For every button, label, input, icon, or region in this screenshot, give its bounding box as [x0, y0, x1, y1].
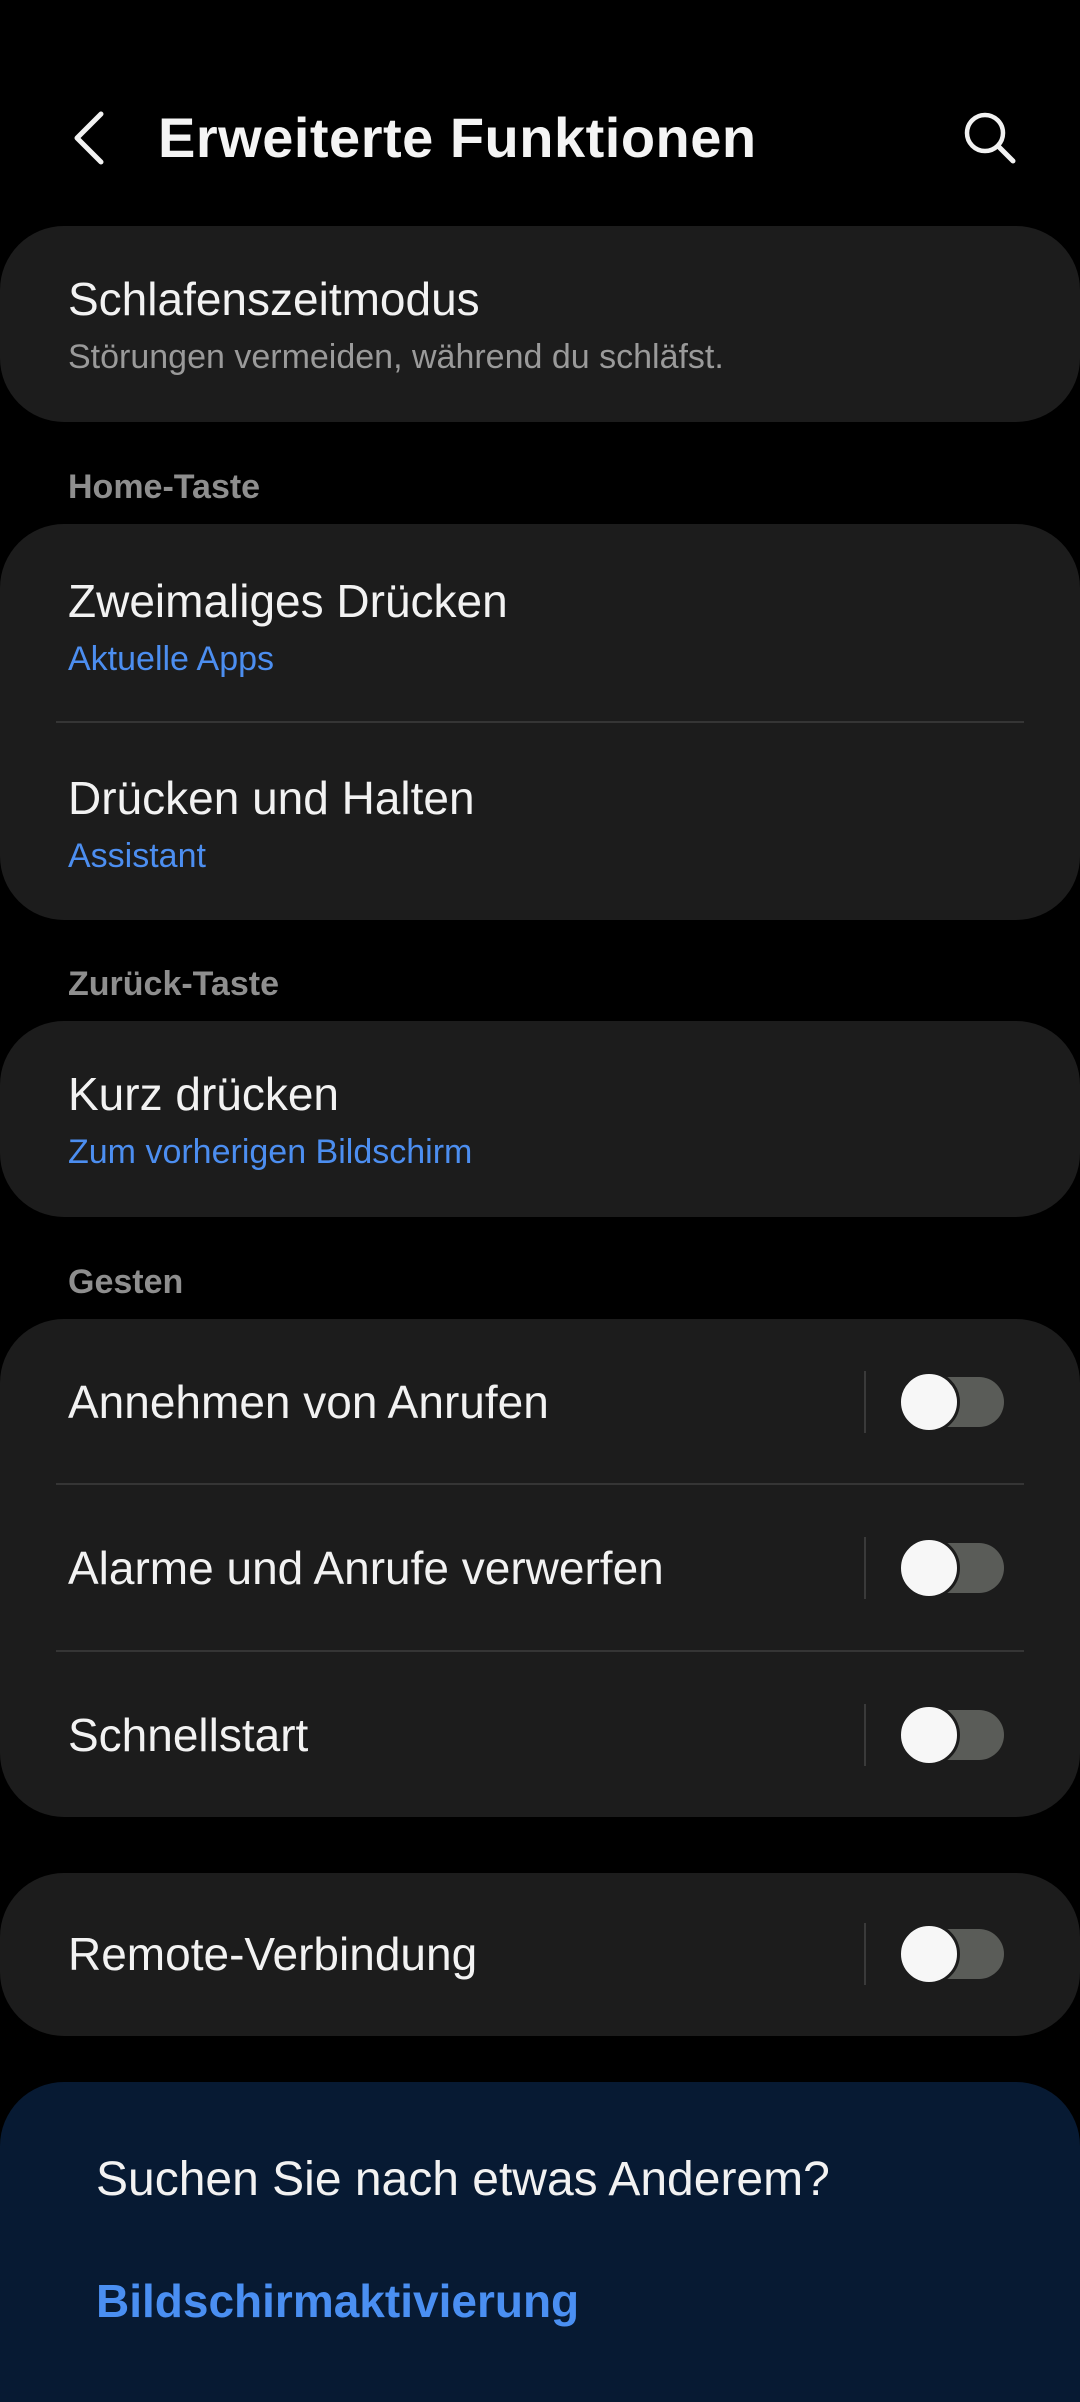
section-header-back-key: Zurück-Taste — [68, 965, 279, 1003]
quick-launch-title: Schnellstart — [68, 1709, 309, 1761]
back-key-short-press-row[interactable]: Kurz drücken Zum vorherigen Bildschirm — [0, 1021, 1080, 1217]
home-key-double-press-value: Aktuelle Apps — [68, 640, 275, 678]
search-icon — [964, 112, 1016, 163]
separator — [864, 1537, 866, 1599]
toggle-knob — [898, 1537, 960, 1599]
answer-calls-row[interactable]: Annehmen von Anrufen — [0, 1319, 1080, 1485]
remote-connection-title: Remote-Verbindung — [68, 1928, 478, 1980]
home-key-press-hold-row[interactable]: Drücken und Halten Assistant — [0, 723, 1080, 920]
search-button[interactable] — [955, 100, 1025, 175]
dismiss-alarms-calls-title: Alarme und Anrufe verwerfen — [68, 1542, 664, 1594]
answer-calls-title: Annehmen von Anrufen — [68, 1376, 549, 1428]
suggestion-title: Suchen Sie nach etwas Anderem? — [96, 2153, 830, 2206]
back-key-short-press-title: Kurz drücken — [68, 1068, 340, 1120]
answer-calls-toggle[interactable] — [898, 1371, 1004, 1433]
separator — [864, 1704, 866, 1766]
suggestion-card: Suchen Sie nach etwas Anderem? Bildschir… — [0, 2082, 1080, 2402]
toggle-knob — [898, 1371, 960, 1433]
toggle-knob — [898, 1923, 960, 1985]
gestures-card: Annehmen von Anrufen Alarme und Anrufe v… — [0, 1319, 1080, 1817]
suggestion-link-screen-activation[interactable]: Bildschirmaktivierung — [96, 2274, 579, 2328]
chevron-left-icon — [74, 111, 104, 165]
home-key-press-hold-value: Assistant — [68, 837, 206, 875]
back-button[interactable] — [54, 98, 124, 178]
quick-launch-toggle[interactable] — [898, 1704, 1004, 1766]
home-key-press-hold-title: Drücken und Halten — [68, 772, 475, 824]
home-key-card: Zweimaliges Drücken Aktuelle Apps Drücke… — [0, 524, 1080, 920]
home-key-double-press-row[interactable]: Zweimaliges Drücken Aktuelle Apps — [0, 524, 1080, 722]
remote-connection-card[interactable]: Remote-Verbindung — [0, 1873, 1080, 2036]
separator — [864, 1923, 866, 1985]
bedtime-mode-subtitle: Störungen vermeiden, während du schläfst… — [68, 338, 724, 376]
app-bar: Erweiterte Funktionen — [0, 0, 1080, 225]
bedtime-mode-title: Schlafenszeitmodus — [68, 273, 480, 325]
section-header-gestures: Gesten — [68, 1263, 184, 1301]
home-key-double-press-title: Zweimaliges Drücken — [68, 575, 508, 627]
page-title: Erweiterte Funktionen — [158, 106, 757, 169]
dismiss-alarms-calls-toggle[interactable] — [898, 1537, 1004, 1599]
toggle-knob — [898, 1704, 960, 1766]
remote-connection-toggle[interactable] — [898, 1923, 1004, 1985]
section-header-home-key: Home-Taste — [68, 468, 261, 506]
quick-launch-row[interactable]: Schnellstart — [0, 1652, 1080, 1817]
separator — [864, 1371, 866, 1433]
back-key-card: Kurz drücken Zum vorherigen Bildschirm — [0, 1021, 1080, 1217]
dismiss-alarms-calls-row[interactable]: Alarme und Anrufe verwerfen — [0, 1485, 1080, 1651]
back-key-short-press-value: Zum vorherigen Bildschirm — [68, 1133, 473, 1171]
bedtime-mode-card[interactable]: Schlafenszeitmodus Störungen vermeiden, … — [0, 226, 1080, 422]
